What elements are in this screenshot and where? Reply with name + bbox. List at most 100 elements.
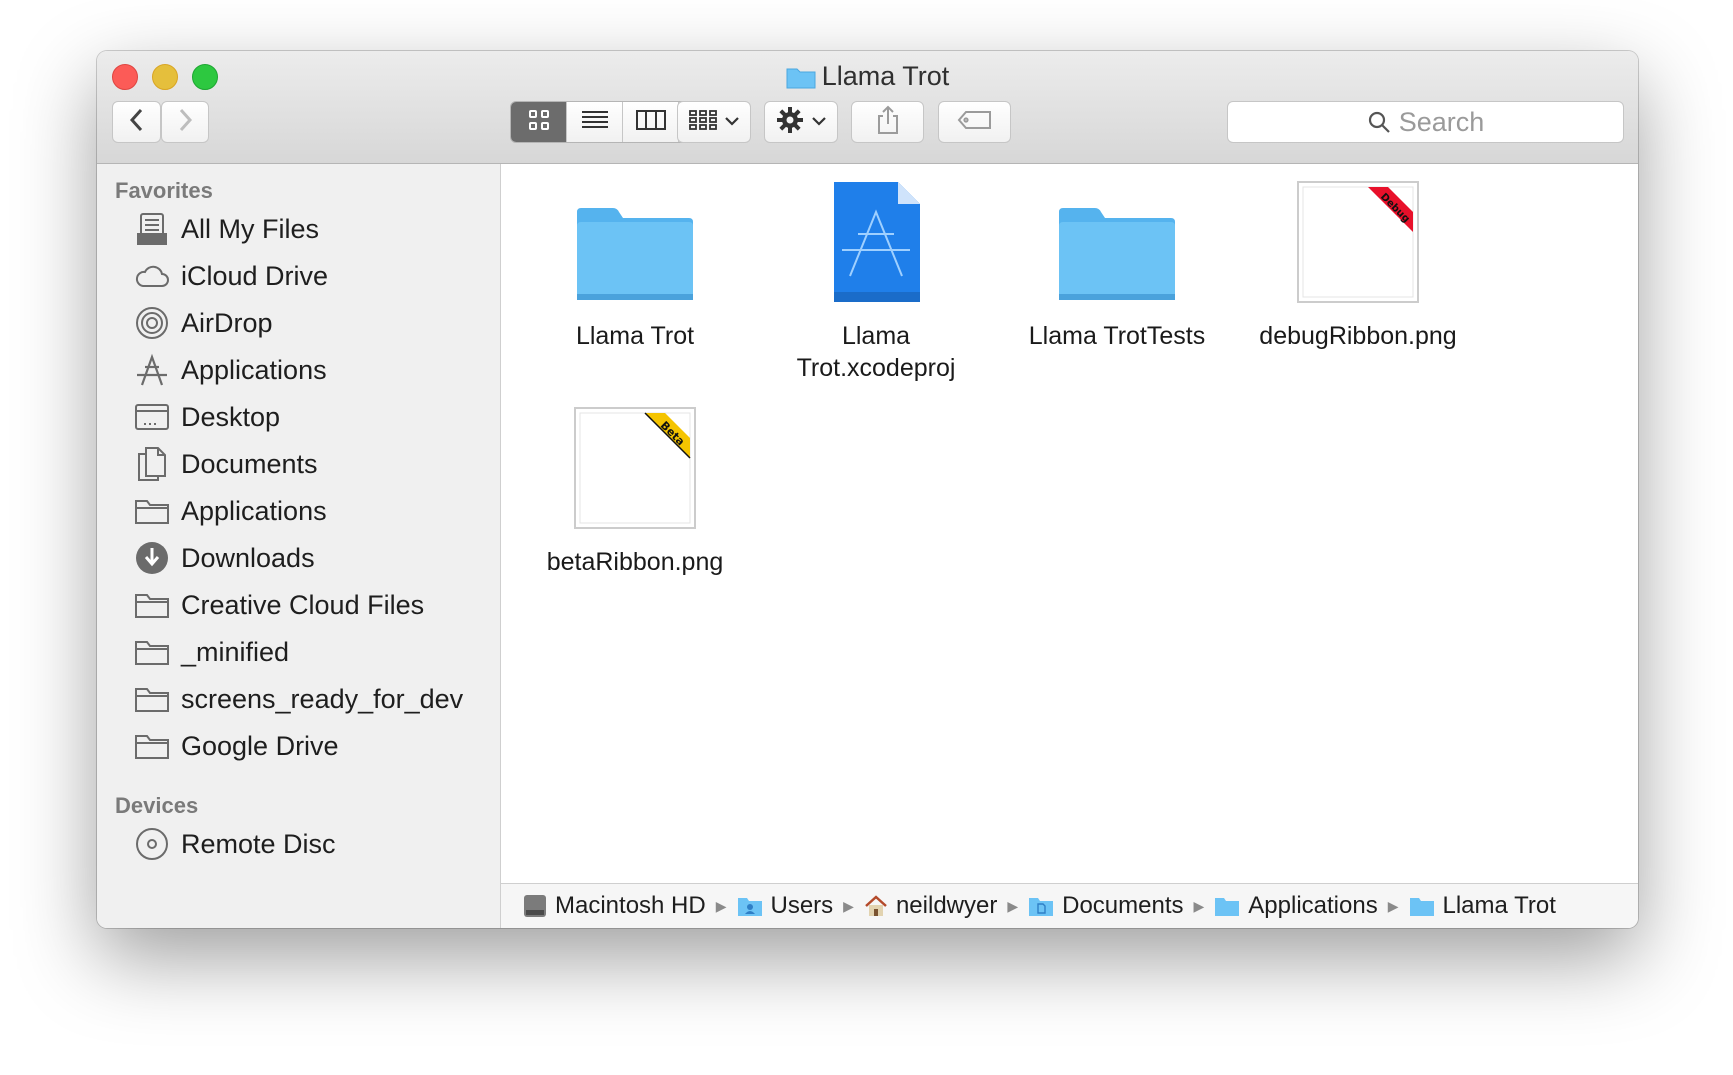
file-item[interactable]: Llama TrotTests: [997, 176, 1237, 352]
window-title-text: Llama Trot: [821, 61, 950, 91]
downloads-icon: [133, 539, 171, 577]
image-thumbnail-icon: Debug: [1238, 176, 1478, 304]
file-item[interactable]: Llama Trot.xcodeproj: [756, 176, 996, 384]
file-name: Llama Trot.xcodeproj: [796, 322, 956, 382]
airdrop-icon: [133, 304, 171, 342]
chevron-down-icon: [812, 113, 826, 131]
sidebar-item-applications-folder[interactable]: Applications: [133, 491, 327, 531]
sidebar-item-applications[interactable]: Applications: [133, 350, 327, 390]
devices-header: Devices: [115, 793, 199, 818]
sidebar-item-label: AirDrop: [181, 307, 273, 338]
finder-window: Llama Trot Search Favorites All My Files…: [97, 51, 1638, 928]
sidebar-item-google-drive[interactable]: Google Drive: [133, 726, 339, 766]
columns-icon: [635, 109, 666, 136]
sidebar-item-label: All My Files: [181, 213, 320, 244]
sidebar-item-label: Remote Disc: [181, 828, 336, 859]
chevron-right-icon: [176, 108, 194, 137]
share-button[interactable]: [851, 101, 924, 143]
list-icon: [581, 109, 609, 136]
chevron-down-icon: [725, 113, 739, 131]
sidebar-item-label: Google Drive: [181, 730, 339, 761]
sidebar-item-creative-cloud-files[interactable]: Creative Cloud Files: [133, 585, 424, 625]
sidebar-item-label: _minified: [181, 636, 290, 667]
path-separator-icon: ▶: [715, 897, 727, 914]
file-name: debugRibbon.png: [1259, 322, 1457, 350]
desktop-icon: [133, 398, 171, 436]
file-name: Llama TrotTests: [1028, 322, 1206, 350]
action-button[interactable]: [764, 101, 838, 143]
folder-icon: [997, 176, 1237, 304]
sidebar-item-minified[interactable]: _minified: [133, 632, 289, 672]
forward-button[interactable]: [161, 101, 209, 143]
share-icon: [876, 105, 900, 140]
window-title: Llama Trot: [97, 61, 1638, 96]
sidebar-item-downloads[interactable]: Downloads: [133, 538, 315, 578]
sidebar-item-desktop[interactable]: Desktop: [133, 397, 280, 437]
sidebar-item-label: Documents: [181, 448, 318, 479]
hard-drive-icon: [523, 893, 547, 919]
sidebar-item-icloud-drive[interactable]: iCloud Drive: [133, 256, 328, 296]
path-bar: Macintosh HD ▶ Users ▶ neildwyer ▶ Docum…: [501, 883, 1638, 928]
path-item-home[interactable]: neildwyer: [864, 892, 997, 920]
folder-icon: [133, 680, 171, 718]
path-separator-icon: ▶: [843, 897, 854, 914]
sidebar-item-label: Creative Cloud Files: [181, 589, 425, 620]
folder-icon: [786, 65, 816, 96]
file-item[interactable]: Beta betaRibbon.png: [515, 402, 755, 578]
path-item-documents[interactable]: Documents: [1028, 892, 1184, 920]
path-label: Users: [770, 892, 834, 919]
back-button[interactable]: [112, 101, 161, 143]
sidebar-item-all-my-files[interactable]: All My Files: [133, 209, 319, 249]
file-name: Llama Trot: [575, 322, 695, 350]
column-view-button[interactable]: [623, 102, 679, 142]
path-separator-icon: ▶: [1193, 897, 1205, 914]
sidebar-item-airdrop[interactable]: AirDrop: [133, 303, 273, 343]
icon-view-button[interactable]: [511, 102, 567, 142]
sidebar-item-documents[interactable]: Documents: [133, 444, 318, 484]
sidebar-item-label: Applications: [181, 495, 327, 526]
sidebar-item-label: Desktop: [181, 401, 281, 432]
arrange-icon: [689, 109, 717, 136]
file-name: betaRibbon.png: [546, 548, 724, 576]
path-item-applications[interactable]: Applications: [1214, 892, 1378, 920]
sidebar-item-label: Downloads: [181, 542, 315, 573]
search-icon: [1367, 110, 1399, 134]
search-placeholder: Search: [1398, 106, 1485, 137]
arrange-button[interactable]: [677, 101, 751, 143]
chevron-left-icon: [128, 108, 146, 137]
tag-button[interactable]: [938, 101, 1011, 143]
sidebar-item-label: iCloud Drive: [181, 260, 329, 291]
sidebar-item-label: screens_ready_for_dev: [181, 683, 464, 714]
all-files-icon: [133, 210, 171, 248]
file-item[interactable]: Debug debugRibbon.png: [1238, 176, 1478, 352]
path-item-llama-trot[interactable]: Llama Trot: [1409, 892, 1556, 920]
sidebar-item-remote-disc[interactable]: Remote Disc: [133, 824, 336, 864]
xcode-project-icon: [756, 176, 996, 304]
grid-icon: [528, 109, 550, 136]
cloud-icon: [133, 257, 171, 295]
folder-icon: [1214, 895, 1240, 917]
home-icon: [864, 894, 888, 918]
documents-icon: [133, 445, 171, 483]
path-label: Documents: [1062, 892, 1184, 919]
image-thumbnail-icon: Beta: [515, 402, 755, 530]
file-item[interactable]: Llama Trot: [515, 176, 755, 352]
path-label: neildwyer: [895, 892, 998, 919]
search-field[interactable]: Search: [1227, 101, 1624, 143]
folder-icon: [1409, 895, 1435, 917]
folder-icon: [133, 727, 171, 765]
sidebar: Favorites All My Files iCloud Drive AirD…: [97, 164, 501, 928]
gear-icon: [776, 106, 804, 139]
disc-icon: [133, 825, 171, 863]
sidebar-item-label: Applications: [181, 354, 327, 385]
list-view-button[interactable]: [567, 102, 623, 142]
path-separator-icon: ▶: [1007, 897, 1019, 914]
path-item-users[interactable]: Users: [737, 892, 834, 920]
favorites-header: Favorites: [115, 178, 213, 203]
path-item-macintosh-hd[interactable]: Macintosh HD: [523, 892, 706, 920]
folder-icon: [515, 176, 755, 304]
file-browser: Llama Trot Llama Trot.xcodeproj Llama Tr…: [501, 164, 1638, 884]
documents-folder-icon: [1028, 895, 1054, 917]
sidebar-item-screens-ready-for-dev[interactable]: screens_ready_for_dev: [133, 679, 463, 719]
folder-icon: [133, 633, 171, 671]
